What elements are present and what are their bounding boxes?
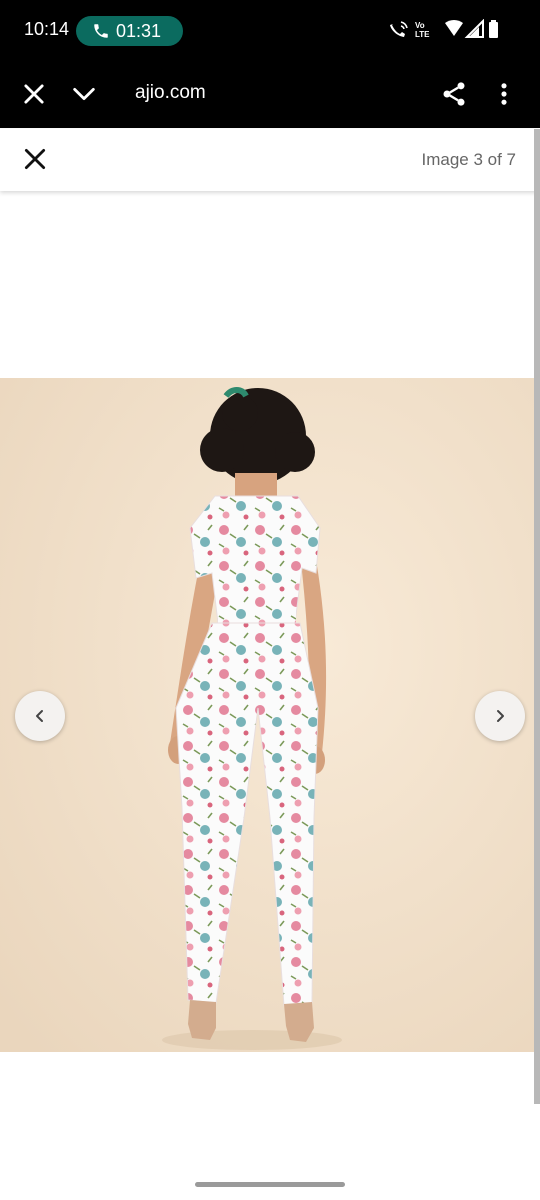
image-counter: Image 3 of 7 [421, 150, 516, 169]
page-scrollbar[interactable] [534, 129, 540, 1104]
volte-icon: Vo LTE [415, 21, 430, 39]
status-bar: 10:14 01:31 Vo LTE [0, 0, 540, 60]
more-vert-icon[interactable] [490, 80, 518, 108]
previous-image-button[interactable] [15, 691, 65, 741]
cell-signal-fill [469, 27, 479, 37]
close-icon[interactable] [20, 80, 48, 108]
call-duration: 01:31 [116, 21, 162, 41]
product-image[interactable] [0, 378, 534, 1052]
chevron-down-icon[interactable] [70, 80, 98, 108]
url-text[interactable]: ajio.com [135, 82, 206, 104]
home-indicator[interactable] [195, 1182, 345, 1187]
chevron-left-icon [36, 710, 43, 722]
next-image-button[interactable] [475, 691, 525, 741]
gallery-header: Image 3 of 7 [0, 129, 540, 191]
share-icon[interactable] [440, 80, 468, 108]
status-icons: Vo LTE [390, 19, 498, 39]
ongoing-call-pill[interactable]: 01:31 [76, 16, 183, 46]
wifi-calling-icon [390, 21, 408, 37]
status-time: 10:14 [24, 19, 70, 39]
svg-text:Vo: Vo [415, 21, 425, 30]
model-illustration [0, 378, 534, 1052]
chevron-right-icon [497, 710, 504, 722]
phone-icon [94, 24, 108, 38]
battery-icon [489, 22, 498, 38]
svg-text:LTE: LTE [415, 30, 430, 39]
browser-toolbar: ajio.com [0, 60, 540, 128]
gallery-close-icon[interactable] [22, 146, 48, 172]
wifi-icon [445, 20, 463, 36]
